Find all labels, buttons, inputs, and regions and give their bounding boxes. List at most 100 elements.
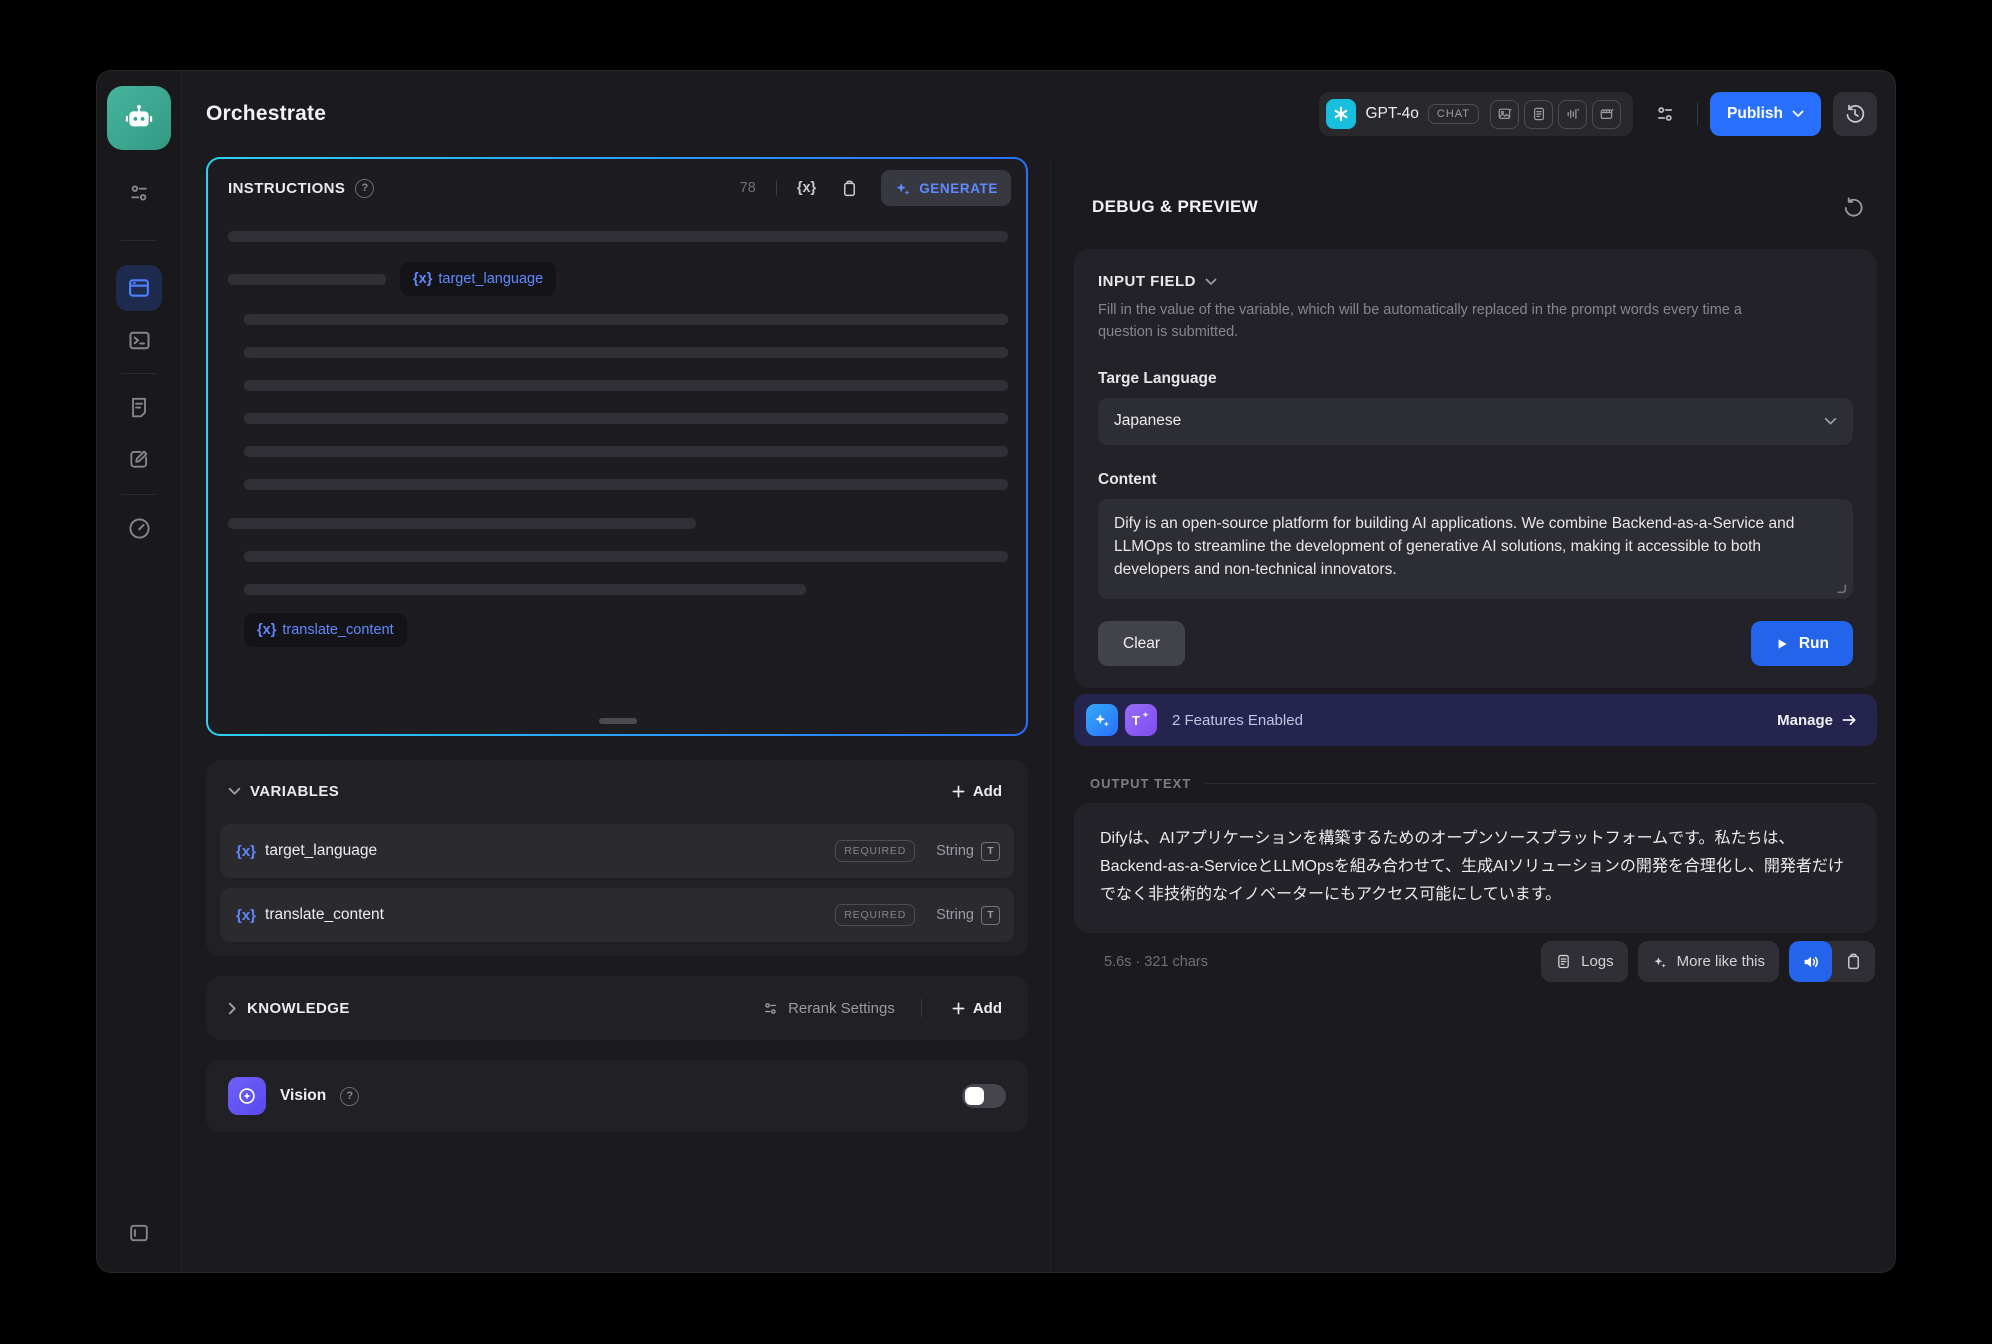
logs-button[interactable]: Logs xyxy=(1541,941,1628,982)
string-type-icon: T xyxy=(981,842,1000,861)
insert-variable-button[interactable]: {x} xyxy=(797,180,816,196)
content-label: Content xyxy=(1098,471,1853,489)
variables-header[interactable]: VARIABLES Add xyxy=(220,768,1014,814)
type-name: String xyxy=(936,907,974,923)
main-area: Orchestrate GPT-4o CHAT xyxy=(182,71,1895,1272)
variable-chip-translate-content[interactable]: {x} translate_content xyxy=(244,613,407,647)
target-language-label: Targe Language xyxy=(1098,370,1853,388)
variable-row-translate-content[interactable]: {x} translate_content REQUIRED String T xyxy=(220,888,1014,942)
sidebar-item-terminal[interactable] xyxy=(118,319,160,361)
features-enabled-text: 2 Features Enabled xyxy=(1172,712,1303,729)
panel-collapse-icon xyxy=(127,1221,151,1245)
variables-section: VARIABLES Add {x} target_language REQUIR… xyxy=(206,760,1028,956)
restart-button[interactable] xyxy=(1833,187,1873,227)
vision-capability-icon xyxy=(1490,100,1519,129)
collapse-sidebar-button[interactable] xyxy=(118,1212,160,1254)
more-like-this-label: More like this xyxy=(1677,953,1765,970)
generate-label: GENERATE xyxy=(919,181,998,196)
chevron-down-icon xyxy=(1792,110,1804,118)
plus-icon xyxy=(952,1002,965,1015)
target-language-select[interactable]: Japanese xyxy=(1098,398,1853,445)
input-field-title: INPUT FIELD xyxy=(1098,273,1196,290)
output-meta: 5.6s · 321 chars xyxy=(1104,954,1208,970)
content-textarea[interactable]: Dify is an open-source platform for buil… xyxy=(1098,499,1853,600)
rerank-label: Rerank Settings xyxy=(788,1000,895,1017)
more-like-this-button[interactable]: More like this xyxy=(1638,941,1779,982)
add-knowledge-button[interactable]: Add xyxy=(948,1000,1006,1017)
variable-row-target-language[interactable]: {x} target_language REQUIRED String T xyxy=(220,824,1014,878)
divider xyxy=(921,999,922,1017)
manage-features-button[interactable]: Manage xyxy=(1777,712,1857,729)
knowledge-title: KNOWLEDGE xyxy=(247,1000,350,1017)
skeleton-line xyxy=(228,518,696,529)
terminal-icon xyxy=(127,328,152,353)
audio-capability-icon xyxy=(1558,100,1587,129)
sidebar-item-logs[interactable] xyxy=(118,386,160,428)
variable-chip-target-language[interactable]: {x} target_language xyxy=(400,262,556,296)
add-variable-button[interactable]: Add xyxy=(948,783,1006,800)
chevron-down-icon xyxy=(1205,278,1217,286)
model-capabilities xyxy=(1490,100,1621,129)
output-section-header: OUTPUT TEXT xyxy=(1074,776,1877,791)
clock-rewind-icon xyxy=(1844,103,1866,125)
chevron-down-icon[interactable] xyxy=(228,787,241,796)
speaker-button[interactable] xyxy=(1789,941,1832,982)
selected-language: Japanese xyxy=(1114,412,1181,430)
input-field-header[interactable]: INPUT FIELD xyxy=(1098,273,1853,290)
sidebar-item-monitoring[interactable] xyxy=(118,507,160,549)
variable-token-icon: {x} xyxy=(236,843,256,860)
openai-logo-icon xyxy=(1326,99,1356,129)
orchestrate-pane: INSTRUCTIONS ? 78 {x} xyxy=(182,157,1053,1272)
variable-type: String T xyxy=(936,906,1000,925)
sliders-icon xyxy=(762,1000,779,1017)
publish-button[interactable]: Publish xyxy=(1710,92,1821,136)
tts-letter: T xyxy=(1132,713,1140,728)
variable-type: String T xyxy=(936,842,1000,861)
refresh-icon xyxy=(1842,196,1865,219)
vision-toggle[interactable] xyxy=(962,1084,1006,1108)
sidebar-item-orchestrate[interactable] xyxy=(116,265,162,311)
output-text-label: OUTPUT TEXT xyxy=(1090,776,1191,791)
sidebar-item-annotation[interactable] xyxy=(118,438,160,480)
char-count: 78 xyxy=(740,180,756,196)
resize-grip-icon[interactable] xyxy=(1835,582,1847,594)
help-icon[interactable]: ? xyxy=(355,179,374,198)
plus-icon xyxy=(952,785,965,798)
chevron-right-icon[interactable] xyxy=(228,1002,237,1015)
copy-icon[interactable] xyxy=(840,179,859,198)
sparkle-icon xyxy=(894,180,911,197)
model-mode-badge: CHAT xyxy=(1428,104,1479,124)
variable-chip-label: target_language xyxy=(438,271,543,287)
features-enabled-bar[interactable]: T 2 Features Enabled Manage xyxy=(1074,694,1877,746)
rerank-settings-button[interactable]: Rerank Settings xyxy=(762,1000,895,1017)
document-icon xyxy=(127,395,151,419)
input-field-description: Fill in the value of the variable, which… xyxy=(1098,300,1743,344)
knowledge-section[interactable]: KNOWLEDGE Rerank Settings xyxy=(206,976,1028,1040)
topbar-divider xyxy=(1697,103,1698,125)
clear-button[interactable]: Clear xyxy=(1098,621,1185,666)
sidebar xyxy=(97,71,182,1272)
add-label: Add xyxy=(973,783,1002,800)
output-footer: 5.6s · 321 chars Logs xyxy=(1074,941,1877,982)
help-icon[interactable]: ? xyxy=(340,1087,359,1106)
app-window: Orchestrate GPT-4o CHAT xyxy=(97,71,1895,1272)
run-button[interactable]: Run xyxy=(1751,621,1853,666)
generate-button[interactable]: GENERATE xyxy=(881,170,1011,206)
history-button[interactable] xyxy=(1833,92,1877,136)
content-row: INSTRUCTIONS ? 78 {x} xyxy=(182,157,1895,1272)
variable-token-icon: {x} xyxy=(413,271,432,287)
input-field-card: INPUT FIELD Fill in the value of the var… xyxy=(1074,249,1877,688)
prompt-editor[interactable]: {x} target_language xyxy=(208,217,1026,734)
clear-label: Clear xyxy=(1123,635,1160,653)
variable-token-icon: {x} xyxy=(236,907,256,924)
app-avatar[interactable] xyxy=(107,86,171,150)
copy-output-button[interactable] xyxy=(1832,941,1875,982)
model-parameters-button[interactable] xyxy=(1645,94,1685,134)
sidebar-item-settings[interactable] xyxy=(118,172,160,214)
variable-name: translate_content xyxy=(265,906,384,924)
robot-icon xyxy=(121,100,157,136)
model-selector[interactable]: GPT-4o CHAT xyxy=(1319,92,1633,136)
resize-handle[interactable] xyxy=(599,718,637,724)
content-value: Dify is an open-source platform for buil… xyxy=(1114,515,1794,579)
skeleton-line xyxy=(244,584,806,595)
